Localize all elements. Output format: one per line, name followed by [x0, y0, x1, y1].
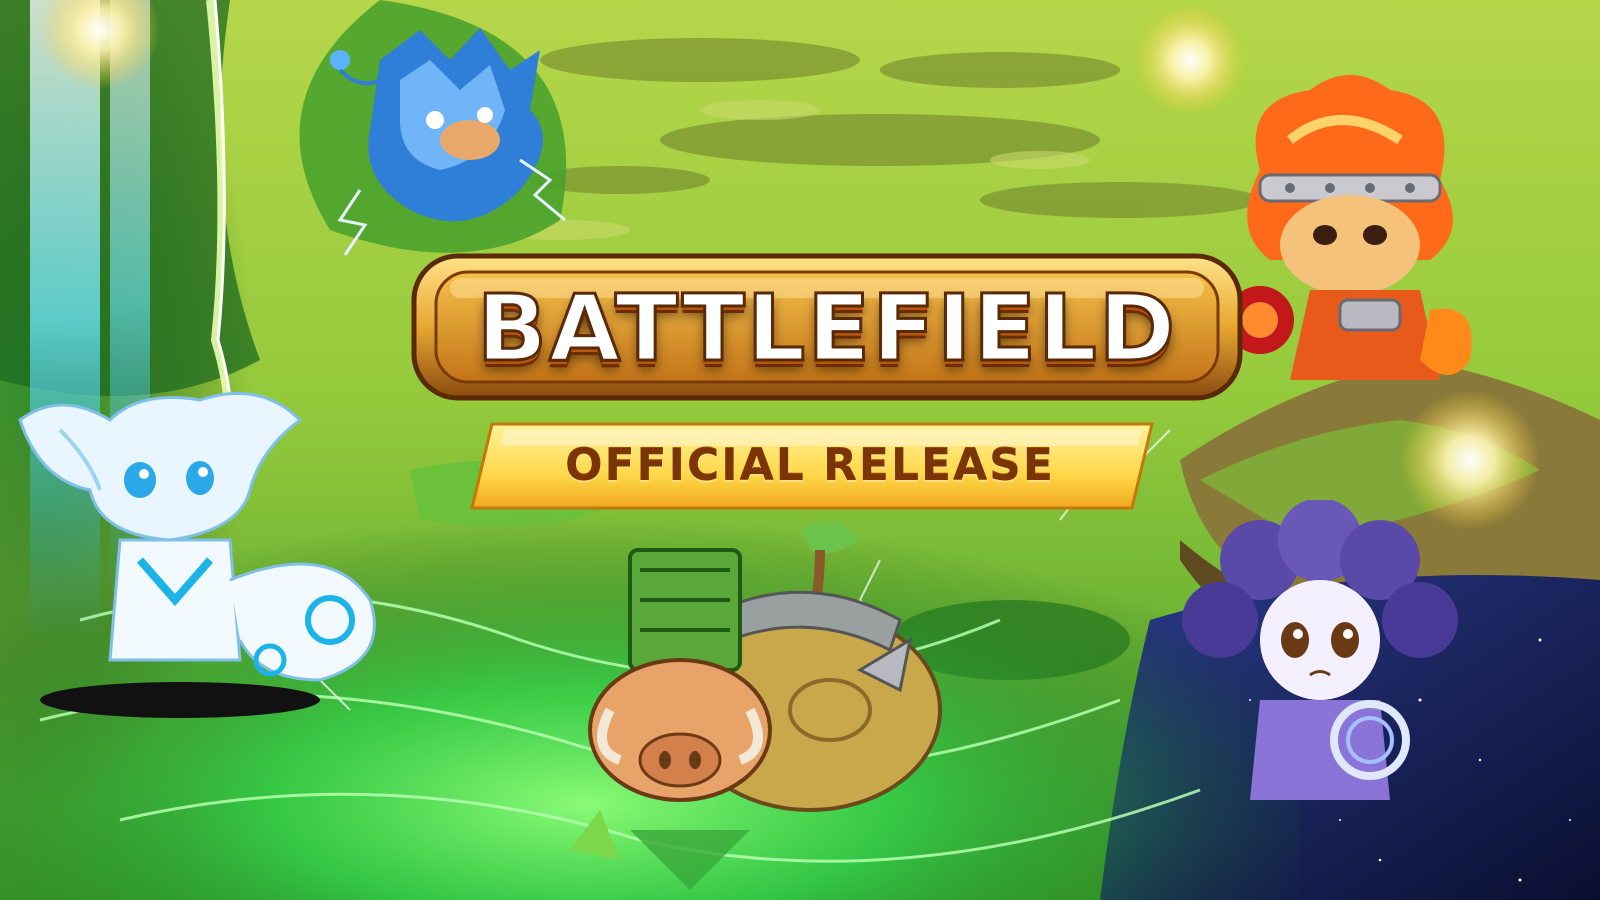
game-title: BATTLEFIELD	[475, 273, 1178, 383]
release-subtitle: OFFICIAL RELEASE	[565, 439, 1055, 491]
ice-fox-creature-icon	[18, 391, 376, 718]
purple-sheep-creature-icon	[1182, 500, 1458, 800]
water-creature-icon	[330, 28, 566, 256]
fire-creature-icon	[1226, 75, 1472, 380]
game-key-art: BATTLEFIELD OFFICIAL RELEASE	[0, 0, 1600, 900]
nature-turtle-creature-icon	[570, 522, 942, 890]
